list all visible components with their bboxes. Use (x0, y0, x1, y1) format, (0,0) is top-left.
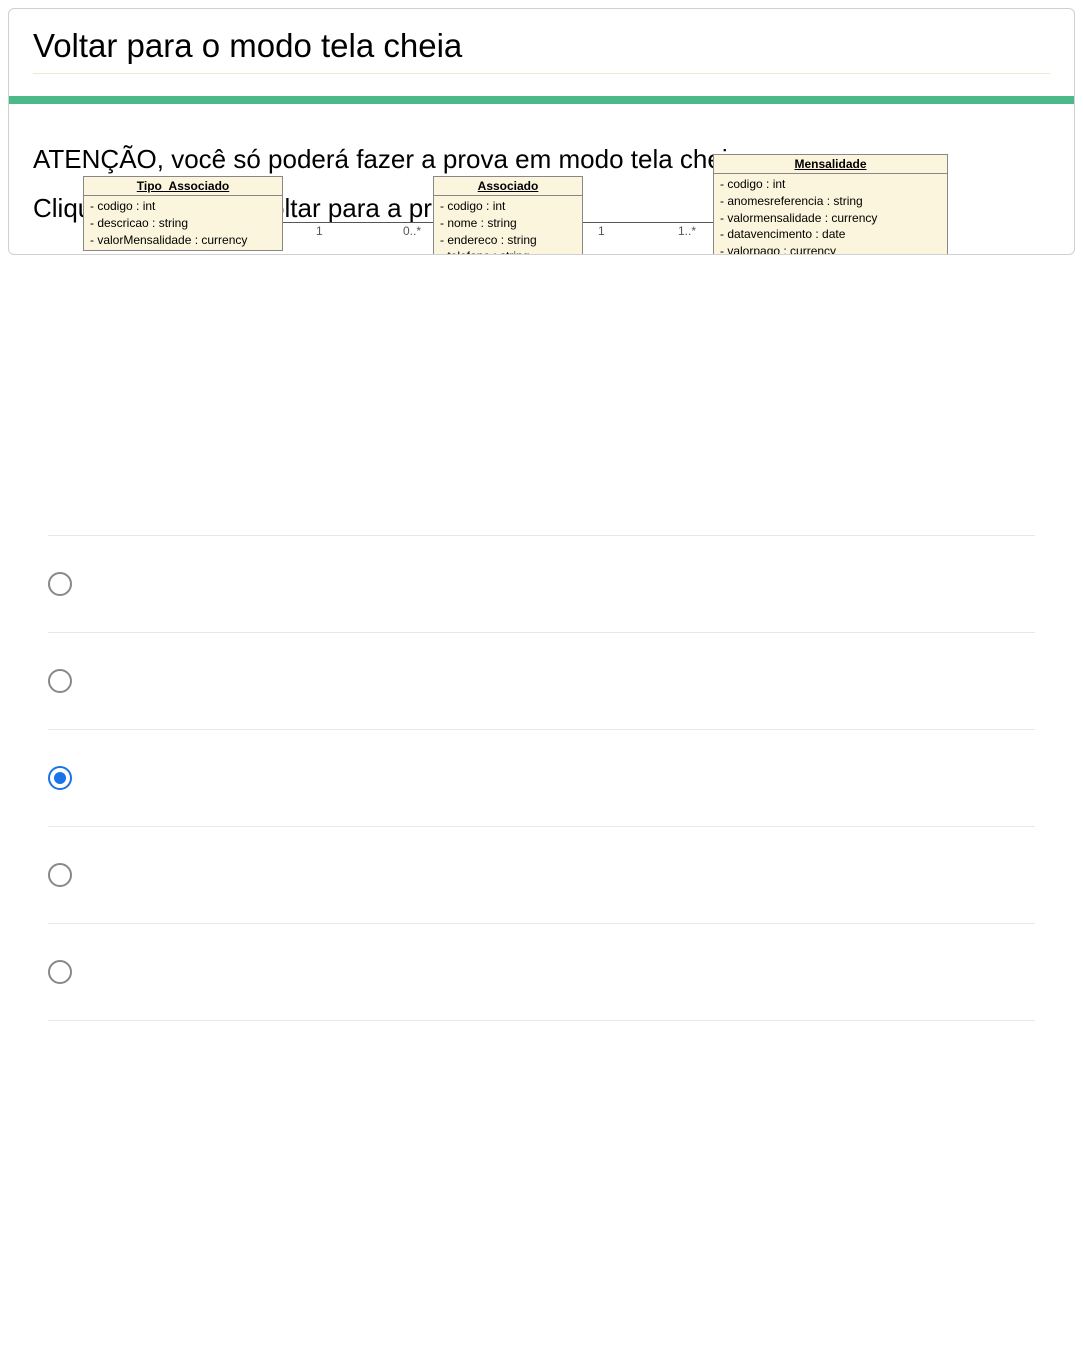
radio-button[interactable] (48, 863, 72, 887)
radio-button[interactable] (48, 669, 72, 693)
fullscreen-warning-card: Voltar para o modo tela cheia ATENÇÃO, v… (8, 8, 1075, 255)
uml-multiplicity: 1 (598, 224, 605, 238)
radio-button[interactable] (48, 572, 72, 596)
warning-line-1: ATENÇÃO, você só poderá fazer a prova em… (33, 144, 1050, 175)
answer-option-e[interactable] (48, 923, 1035, 1021)
uml-multiplicity: 1..* (678, 224, 696, 238)
card-title: Voltar para o modo tela cheia (33, 27, 1050, 74)
card-header: Voltar para o modo tela cheia (9, 9, 1074, 84)
warning-line-2: Clique abaixo para voltar para a prova. (33, 193, 1050, 224)
radio-button[interactable] (48, 960, 72, 984)
answer-option-b[interactable] (48, 632, 1035, 729)
answer-option-d[interactable] (48, 826, 1035, 923)
card-body: ATENÇÃO, você só poderá fazer a prova em… (9, 104, 1074, 254)
uml-multiplicity: 1 (316, 224, 323, 238)
answer-option-c[interactable] (48, 729, 1035, 826)
green-accent-bar (9, 96, 1074, 104)
answer-option-a[interactable] (48, 535, 1035, 632)
radio-button[interactable] (48, 766, 72, 790)
answer-options (0, 535, 1083, 1021)
uml-multiplicity: 0..* (403, 224, 421, 238)
